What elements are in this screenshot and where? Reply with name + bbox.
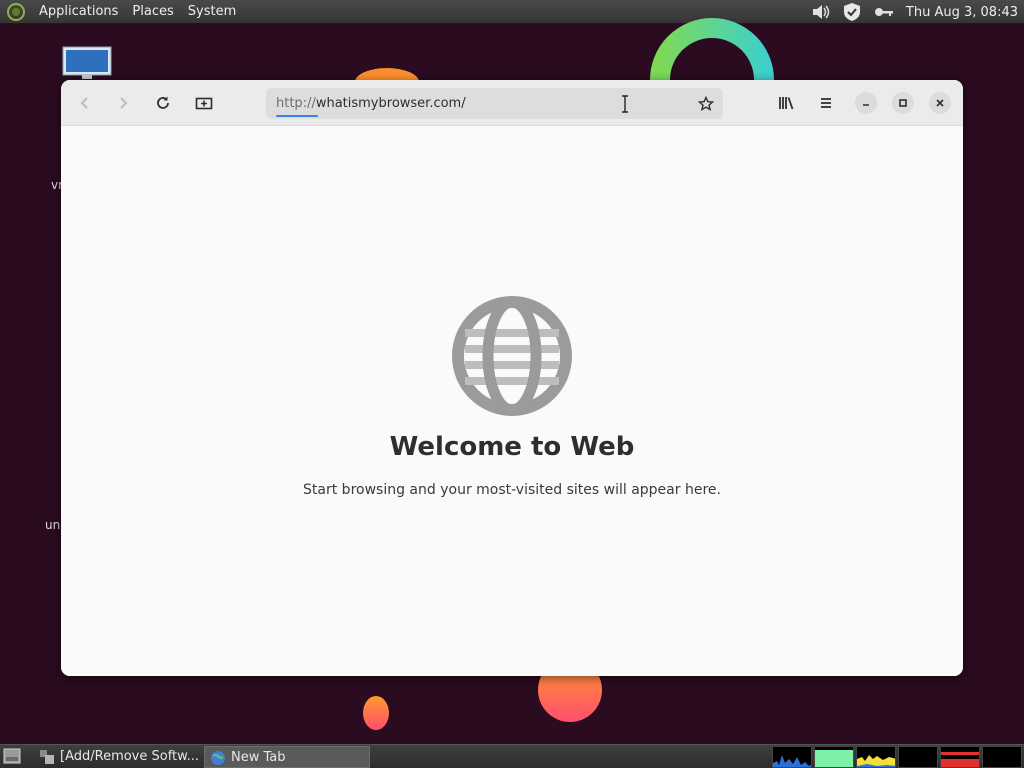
swap-monitor-applet[interactable] (898, 746, 938, 768)
bottom-panel: [Add/Remove Softw... New Tab (0, 744, 1024, 768)
reload-icon[interactable] (150, 90, 176, 116)
globe-icon (452, 296, 572, 416)
forward-arrow-icon[interactable] (110, 90, 136, 116)
page-content: Welcome to Web Start browsing and your m… (61, 126, 963, 676)
maximize-icon[interactable] (892, 92, 914, 114)
web-browser-icon (211, 751, 225, 765)
url-host: whatismybrowser.com/ (315, 96, 466, 111)
text-cursor-icon (622, 95, 628, 113)
back-arrow-icon[interactable] (72, 90, 98, 116)
package-icon (40, 750, 54, 764)
disk-monitor-applet[interactable] (982, 746, 1022, 768)
desktop-icon-label[interactable]: un (45, 518, 60, 532)
cpu-monitor-applet[interactable] (772, 746, 812, 768)
memory-graph (815, 750, 853, 767)
library-icon[interactable] (773, 90, 799, 116)
minimize-icon[interactable] (855, 92, 877, 114)
cpu-graph (773, 755, 811, 767)
star-icon[interactable] (695, 93, 717, 115)
load-graph (941, 752, 979, 767)
headerbar: http://whatismybrowser.com/ (61, 80, 963, 126)
welcome-subtitle: Start browsing and your most-visited sit… (303, 482, 721, 498)
load-monitor-applet[interactable] (940, 746, 980, 768)
show-desktop-icon[interactable] (3, 748, 21, 764)
memory-monitor-applet[interactable] (814, 746, 854, 768)
network-graph (857, 755, 895, 767)
taskbar-item-label: [Add/Remove Softw... (60, 749, 199, 764)
close-icon[interactable] (929, 92, 951, 114)
url-scheme: http:// (276, 96, 316, 111)
taskbar-item[interactable]: [Add/Remove Softw... (34, 746, 200, 768)
welcome-title: Welcome to Web (389, 432, 635, 462)
url-bar[interactable]: http://whatismybrowser.com/ (266, 88, 723, 119)
new-tab-icon[interactable] (191, 90, 217, 116)
network-monitor-applet[interactable] (856, 746, 896, 768)
load-progress-bar (276, 115, 318, 117)
hamburger-menu-icon[interactable] (813, 90, 839, 116)
taskbar-item-label: New Tab (231, 750, 286, 765)
browser-window: http://whatismybrowser.com/ Welcome to W… (61, 80, 963, 676)
taskbar-item-active[interactable]: New Tab (204, 746, 370, 768)
